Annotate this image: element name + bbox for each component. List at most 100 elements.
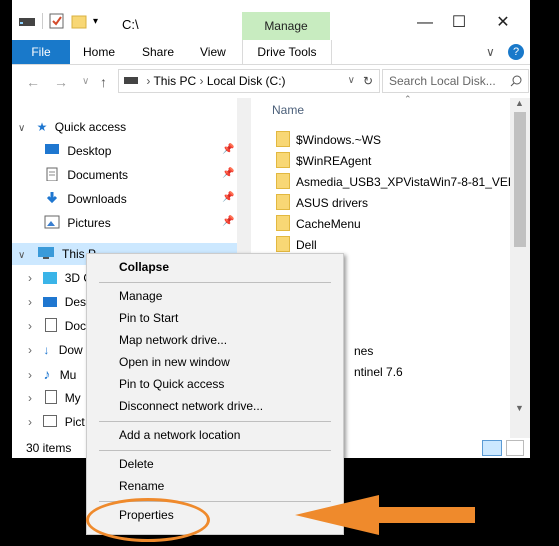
address-bar[interactable]: › This PC › Local Disk (C:) ∨ ↻ <box>118 69 380 93</box>
computer-icon <box>37 247 54 259</box>
menu-item-collapse[interactable]: Collapse <box>119 256 169 278</box>
list-item[interactable]: $WinREAgent <box>276 151 371 171</box>
help-icon[interactable]: ? <box>508 44 524 60</box>
file-name: CacheMenu <box>296 217 361 231</box>
menu-item-disconnect-network-drive[interactable]: Disconnect network drive... <box>119 395 263 417</box>
tree-item-documents[interactable]: Documents <box>44 164 128 186</box>
breadcrumb-separator-icon: › <box>199 74 204 88</box>
menu-item-map-network-drive[interactable]: Map network drive... <box>119 329 227 351</box>
menu-item-pin-to-start[interactable]: Pin to Start <box>119 307 178 329</box>
maximize-button[interactable]: ☐ <box>444 10 474 36</box>
expand-chevron-icon[interactable]: ∨ <box>18 250 25 261</box>
tab-drive-tools[interactable]: Drive Tools <box>242 40 332 64</box>
pin-icon: 📌 <box>222 192 235 203</box>
pointer-arrow-icon <box>295 495 475 535</box>
tree-label: Desktop <box>67 144 112 158</box>
details-view-icon[interactable] <box>482 440 502 456</box>
list-item[interactable]: ASUS drivers <box>276 193 368 213</box>
folder-icon <box>276 194 290 210</box>
documents-icon <box>46 167 58 182</box>
breadcrumb-local-disk[interactable]: Local Disk (C:) <box>207 74 286 88</box>
tree-item-pictures[interactable]: › Pict <box>28 411 85 433</box>
tree-item-desktop[interactable]: › Des <box>28 291 86 313</box>
expand-chevron-icon[interactable]: ∨ <box>18 123 25 134</box>
customize-qat-icon[interactable]: ▾ <box>93 16 98 27</box>
minimize-button[interactable]: — <box>410 10 440 36</box>
tab-file[interactable]: File <box>12 40 70 64</box>
pictures-icon <box>43 415 58 427</box>
pin-icon: 📌 <box>222 144 235 155</box>
up-button[interactable]: ↑ <box>100 74 107 90</box>
search-icon <box>510 75 522 87</box>
expand-ribbon-icon[interactable]: ∨ <box>486 40 495 64</box>
menu-separator <box>99 450 331 451</box>
column-header-name[interactable]: Name <box>272 103 304 117</box>
document-icon <box>45 390 58 404</box>
tab-view[interactable]: View <box>200 40 226 64</box>
tree-label: Dow <box>58 343 83 357</box>
menu-item-delete[interactable]: Delete <box>119 453 154 475</box>
tree-item-desktop[interactable]: Desktop <box>44 140 111 162</box>
list-item-partial[interactable]: ntinel 7.6 <box>354 362 403 382</box>
expand-chevron-icon[interactable]: › <box>28 319 32 333</box>
sort-up-icon: ⌃ <box>404 94 412 104</box>
star-icon: ★ <box>36 120 48 134</box>
3d-objects-icon <box>43 272 58 284</box>
search-input[interactable]: Search Local Disk... <box>382 69 529 93</box>
large-icons-view-icon[interactable] <box>506 440 524 456</box>
breadcrumb-this-pc[interactable]: This PC <box>153 74 196 88</box>
highlight-circle <box>86 498 210 542</box>
tree-quick-access[interactable]: ∨ ★ Quick access <box>18 116 126 138</box>
quick-access-toolbar: ▾ <box>18 12 98 30</box>
list-item-partial[interactable]: nes <box>354 341 373 361</box>
tree-item-3d-objects[interactable]: › 3D O <box>28 267 93 289</box>
back-button[interactable]: ← <box>26 74 40 90</box>
tree-item-downloads[interactable]: Downloads <box>44 188 127 210</box>
scrollbar-thumb[interactable] <box>514 112 526 247</box>
list-item[interactable]: Asmedia_USB3_XPVistaWin7-8-81_VER11... <box>276 172 539 192</box>
scroll-up-icon[interactable]: ▲ <box>515 98 524 108</box>
window-title: C:\ <box>122 17 139 32</box>
properties-icon[interactable] <box>49 13 65 29</box>
menu-item-rename[interactable]: Rename <box>119 475 164 497</box>
scroll-down-icon[interactable]: ▼ <box>515 403 524 413</box>
close-button[interactable]: ✕ <box>488 10 518 36</box>
menu-item-open-new-window[interactable]: Open in new window <box>119 351 230 373</box>
file-name: $Windows.~WS <box>296 133 382 147</box>
expand-chevron-icon[interactable]: › <box>28 415 32 429</box>
tree-label: Downloads <box>67 192 127 206</box>
expand-chevron-icon[interactable]: › <box>28 391 32 405</box>
breadcrumb-separator-icon: › <box>146 74 151 88</box>
file-name: Asmedia_USB3_XPVistaWin7-8-81_VER11... <box>296 175 540 189</box>
tree-item-documents[interactable]: › Doc <box>28 315 86 337</box>
tree-item-music[interactable]: › ♪ Mu <box>28 363 76 385</box>
tree-label: Mu <box>59 368 77 382</box>
tab-home[interactable]: Home <box>83 40 115 64</box>
expand-chevron-icon[interactable]: › <box>28 368 32 382</box>
expand-chevron-icon[interactable]: › <box>28 295 32 309</box>
menu-separator <box>99 282 331 283</box>
tree-item-pictures[interactable]: Pictures <box>44 212 111 234</box>
list-item[interactable]: Dell <box>276 235 317 255</box>
refresh-button[interactable]: ↻ <box>363 70 373 92</box>
recent-locations-button[interactable]: ∨ <box>82 76 89 87</box>
expand-chevron-icon[interactable]: › <box>28 343 32 357</box>
tree-label: Pictures <box>67 216 111 230</box>
tree-item-my[interactable]: › My <box>28 387 81 409</box>
forward-button[interactable]: → <box>54 74 68 90</box>
expand-chevron-icon[interactable]: › <box>28 271 32 285</box>
address-dropdown-icon[interactable]: ∨ <box>348 70 355 92</box>
folder-icon <box>276 173 290 189</box>
downloads-icon: ↓ <box>43 343 50 357</box>
menu-item-manage[interactable]: Manage <box>119 285 162 307</box>
pin-icon: 📌 <box>222 168 235 179</box>
tab-share[interactable]: Share <box>142 40 174 64</box>
menu-item-add-network-location[interactable]: Add a network location <box>119 424 240 446</box>
tree-item-downloads[interactable]: › ↓ Dow <box>28 339 83 361</box>
desktop-icon <box>45 144 59 154</box>
list-item[interactable]: CacheMenu <box>276 214 361 234</box>
new-folder-icon[interactable] <box>71 13 89 29</box>
drive-icon[interactable] <box>18 13 36 29</box>
menu-item-pin-quick-access[interactable]: Pin to Quick access <box>119 373 224 395</box>
list-item[interactable]: $Windows.~WS <box>276 130 381 150</box>
